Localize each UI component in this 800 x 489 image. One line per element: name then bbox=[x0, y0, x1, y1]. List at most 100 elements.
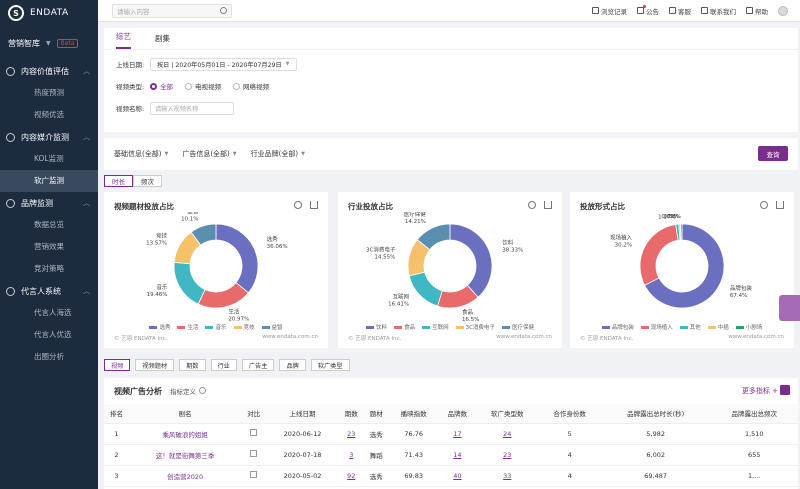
tab-variety[interactable]: 综艺 bbox=[116, 31, 131, 49]
compare-checkbox[interactable] bbox=[250, 450, 258, 457]
query-button[interactable]: 查询 bbox=[758, 146, 788, 161]
table-header[interactable]: 软广类型数 bbox=[476, 404, 539, 424]
radio-tv[interactable]: 电视视频 bbox=[185, 81, 221, 91]
legend-item[interactable]: 互联网 bbox=[422, 323, 449, 331]
table-cell[interactable]: 14 bbox=[438, 444, 477, 466]
dim-industry-select[interactable]: 行业品牌(全部) ▼ bbox=[251, 149, 305, 159]
table-cell[interactable]: 乘风破浪的姐姐 bbox=[128, 423, 242, 445]
table-header[interactable]: 品牌数 bbox=[438, 404, 477, 424]
table-header[interactable]: 播映指数 bbox=[388, 404, 439, 424]
table-cell[interactable]: 17 bbox=[438, 423, 477, 445]
sidebar-item-breakout[interactable]: 出圈分析 bbox=[0, 346, 98, 368]
search-icon[interactable] bbox=[220, 7, 227, 14]
service-button[interactable]: 客服 bbox=[669, 6, 691, 16]
contact-button[interactable]: 联系我们 bbox=[701, 6, 736, 16]
metric-definition-link[interactable]: 指标定义 bbox=[170, 386, 206, 396]
compare-checkbox[interactable] bbox=[250, 471, 258, 478]
legend-item[interactable]: 小剧场 bbox=[735, 323, 762, 331]
sidebar-group-spokesperson[interactable]: 代言人系统 ︿ bbox=[0, 280, 98, 302]
tag-soft-ad-type[interactable]: 软广类型 bbox=[310, 359, 350, 371]
legend-item[interactable]: 益智 bbox=[261, 323, 283, 331]
date-range-select[interactable]: 按日 | 2020年05月01日 - 2020年07月29日 ▼ bbox=[150, 57, 297, 71]
table-header[interactable]: 对比 bbox=[241, 404, 267, 424]
legend-item[interactable]: 品牌包装 bbox=[601, 323, 634, 331]
table-cell[interactable]: 23 bbox=[476, 444, 539, 466]
table-header[interactable]: 期数 bbox=[338, 404, 364, 424]
legend-item[interactable]: 中插 bbox=[707, 323, 729, 331]
table-row[interactable]: 1 乘风破浪的姐姐 2020-06-12 23 选秀 76.76 17 24 5 5,982 1,5… bbox=[104, 423, 798, 445]
table-header[interactable]: 剧名 bbox=[128, 404, 242, 424]
sidebar-item-heat-forecast[interactable]: 热度预测 bbox=[0, 82, 98, 104]
table-cell[interactable]: 创造营2020 bbox=[128, 465, 242, 487]
download-icon[interactable] bbox=[310, 201, 318, 209]
sidebar-item-optimize[interactable]: 代言人优选 bbox=[0, 324, 98, 346]
tag-episodes[interactable]: 期数 bbox=[179, 359, 206, 371]
tag-industry[interactable]: 行业 bbox=[210, 359, 237, 371]
refresh-icon[interactable] bbox=[760, 201, 768, 209]
refresh-icon[interactable] bbox=[528, 201, 536, 209]
legend-item[interactable]: 3C消费电子 bbox=[455, 323, 495, 331]
table-header[interactable]: 品牌露出总频次 bbox=[710, 404, 798, 424]
dim-basic-select[interactable]: 基础信息(全部) ▼ bbox=[114, 149, 168, 159]
donut-slice[interactable] bbox=[449, 223, 493, 298]
sidebar-item-marketing-effect[interactable]: 营销效果 bbox=[0, 236, 98, 258]
legend-item[interactable]: 饮料 bbox=[366, 323, 387, 331]
donut-slice[interactable] bbox=[173, 261, 206, 305]
logo[interactable]: S ENDATA bbox=[0, 0, 98, 26]
search-input[interactable]: 请输入内容 bbox=[112, 3, 232, 18]
tab-drama[interactable]: 剧集 bbox=[155, 33, 170, 49]
sidebar-item-audition[interactable]: 代言人海选 bbox=[0, 302, 98, 324]
help-button[interactable]: 帮助 bbox=[746, 6, 768, 16]
sidebar-item-soft-ad[interactable]: 软广监测 bbox=[0, 170, 98, 192]
table-cell[interactable]: 24 bbox=[476, 423, 539, 445]
legend-item[interactable]: 生活 bbox=[177, 323, 198, 331]
tag-video[interactable]: 视频 bbox=[104, 359, 131, 371]
legend-item[interactable]: 选秀 bbox=[149, 323, 170, 331]
tag-genre[interactable]: 视频题材 bbox=[135, 359, 175, 371]
sidebar-item-competitor[interactable]: 竞对策略 bbox=[0, 258, 98, 280]
compare-checkbox[interactable] bbox=[250, 429, 258, 436]
table-cell[interactable]: 40 bbox=[438, 465, 477, 487]
product-switcher[interactable]: 营销智库 ▼ Beta bbox=[0, 26, 98, 60]
legend-item[interactable]: 音乐 bbox=[205, 323, 227, 331]
donut-slice[interactable] bbox=[215, 223, 259, 294]
sidebar-group-content-value[interactable]: 内容价值评估 ︿ bbox=[0, 60, 98, 82]
radio-web[interactable]: 网络视频 bbox=[233, 81, 269, 91]
legend-item[interactable]: 竞技 bbox=[233, 323, 255, 331]
table-header[interactable]: 品牌露出总时长(秒) bbox=[600, 404, 711, 424]
sidebar-item-kol[interactable]: KOL监测 bbox=[0, 148, 98, 170]
refresh-icon[interactable] bbox=[294, 201, 302, 209]
table-header[interactable]: 排名 bbox=[104, 404, 129, 424]
legend-item[interactable]: 食品 bbox=[394, 323, 415, 331]
donut-slice[interactable] bbox=[197, 282, 249, 309]
donut-slice[interactable] bbox=[408, 271, 443, 307]
side-share-button[interactable] bbox=[779, 295, 800, 321]
more-metrics-button[interactable]: 更多指标 + bbox=[742, 386, 778, 396]
sidebar-group-brand-monitor[interactable]: 品牌监测 ︿ bbox=[0, 192, 98, 214]
donut-slice[interactable] bbox=[639, 224, 679, 286]
sidebar-item-video-select[interactable]: 视频优选 bbox=[0, 104, 98, 126]
table-row[interactable]: 3 创造营2020 2020-05-02 92 选秀 69.83 40 33 4 69,487 1,… bbox=[104, 465, 798, 487]
radio-all[interactable]: 全部 bbox=[150, 81, 173, 91]
avatar[interactable] bbox=[778, 5, 788, 16]
legend-item[interactable]: 现场植入 bbox=[640, 323, 673, 331]
table-cell[interactable]: 这！就是街舞第三季 bbox=[128, 444, 242, 466]
legend-item[interactable]: 医疗保健 bbox=[501, 323, 534, 331]
table-header[interactable]: 合作身份数 bbox=[538, 404, 601, 424]
sidebar-item-overview[interactable]: 数据总览 bbox=[0, 214, 98, 236]
table-header[interactable]: 题材 bbox=[363, 404, 389, 424]
table-header[interactable]: 上线日期 bbox=[266, 404, 339, 424]
toggle-frequency[interactable]: 频次 bbox=[133, 175, 162, 187]
table-cell[interactable]: 33 bbox=[476, 465, 539, 487]
toggle-duration[interactable]: 时长 bbox=[104, 175, 133, 187]
download-icon[interactable] bbox=[544, 201, 552, 209]
download-icon[interactable] bbox=[776, 201, 784, 209]
notice-button[interactable]: 公告 bbox=[637, 5, 659, 16]
history-button[interactable]: 浏览记录 bbox=[592, 6, 627, 16]
dim-ad-select[interactable]: 广告信息(全部) ▼ bbox=[182, 149, 236, 159]
tag-advertiser[interactable]: 广告主 bbox=[241, 359, 275, 371]
table-row[interactable]: 2 这！就是街舞第三季 2020-07-18 3 舞蹈 71.43 14 23 4 6,002 65… bbox=[104, 444, 798, 466]
legend-item[interactable]: 其他 bbox=[679, 323, 701, 331]
donut-slice[interactable] bbox=[680, 223, 683, 241]
sidebar-group-media-monitor[interactable]: 内容媒介监测 ︿ bbox=[0, 126, 98, 148]
